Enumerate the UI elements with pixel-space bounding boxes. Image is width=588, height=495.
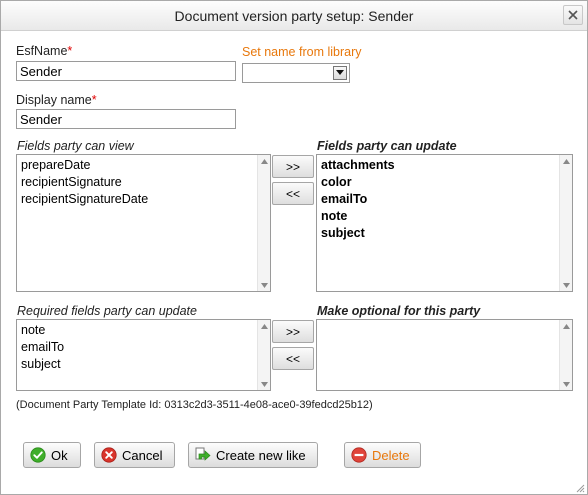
cancel-circle-icon <box>101 447 117 463</box>
view-list-scrollbar[interactable] <box>257 155 270 291</box>
list-item[interactable]: emailTo <box>21 339 266 356</box>
list-item[interactable]: emailTo <box>321 191 568 208</box>
scroll-down-icon[interactable] <box>258 378 270 390</box>
required-list-scrollbar[interactable] <box>257 320 270 390</box>
view-list-label: Fields party can view <box>17 139 134 153</box>
list-item[interactable]: note <box>321 208 568 225</box>
list-item[interactable]: prepareDate <box>21 157 266 174</box>
delete-button[interactable]: Delete <box>344 442 421 468</box>
update-fields-list[interactable]: attachments color emailTo note subject <box>316 154 573 292</box>
ok-button[interactable]: Ok <box>23 442 81 468</box>
esfname-input[interactable] <box>16 61 236 81</box>
ok-button-label: Ok <box>51 447 68 463</box>
view-fields-items: prepareDate recipientSignature recipientSi… <box>17 155 270 210</box>
display-name-label-text: Display name <box>16 93 92 107</box>
create-copy-icon <box>195 447 211 463</box>
list-item[interactable]: recipientSignatureDate <box>21 191 266 208</box>
list-item[interactable]: attachments <box>321 157 568 174</box>
update-list-scrollbar[interactable] <box>559 155 572 291</box>
resize-grip-icon[interactable] <box>575 482 585 493</box>
list-item[interactable]: subject <box>21 356 266 373</box>
required-marker: * <box>91 93 97 107</box>
required-list-label: Required fields party can update <box>17 304 197 318</box>
view-fields-list[interactable]: prepareDate recipientSignature recipientSi… <box>16 154 271 292</box>
list-item[interactable]: recipientSignature <box>21 174 266 191</box>
optional-fields-items <box>317 320 572 324</box>
close-icon <box>568 10 578 20</box>
scroll-down-icon[interactable] <box>560 378 572 390</box>
optional-list-scrollbar[interactable] <box>559 320 572 390</box>
required-fields-items: note emailTo subject <box>17 320 270 375</box>
list-item[interactable]: color <box>321 174 568 191</box>
move-to-view-button[interactable]: << <box>272 182 314 205</box>
cancel-button[interactable]: Cancel <box>94 442 175 468</box>
move-to-update-button[interactable]: >> <box>272 155 314 178</box>
set-name-from-library-label: Set name from library <box>242 45 362 59</box>
optional-list-label: Make optional for this party <box>317 304 481 318</box>
esfname-label: EsfName* <box>16 44 72 58</box>
display-name-label: Display name* <box>16 93 97 107</box>
delete-button-label: Delete <box>372 447 410 463</box>
create-new-like-label: Create new like <box>216 447 306 463</box>
required-marker: * <box>67 44 73 58</box>
list-item[interactable]: subject <box>321 225 568 242</box>
template-id-text: (Document Party Template Id: 0313c2d3-35… <box>16 399 373 411</box>
chevron-down-icon[interactable] <box>333 66 347 80</box>
check-circle-icon <box>30 447 46 463</box>
display-name-input[interactable] <box>16 109 236 129</box>
list-item[interactable]: note <box>21 322 266 339</box>
scroll-down-icon[interactable] <box>560 279 572 291</box>
scroll-down-icon[interactable] <box>258 279 270 291</box>
dialog-titlebar[interactable]: Document version party setup: Sender <box>1 1 587 31</box>
move-to-required-button[interactable]: << <box>272 347 314 370</box>
close-button[interactable] <box>563 5 583 25</box>
library-select[interactable] <box>242 63 350 83</box>
optional-fields-list[interactable] <box>316 319 573 391</box>
required-fields-list[interactable]: note emailTo subject <box>16 319 271 391</box>
update-fields-items: attachments color emailTo note subject <box>317 155 572 244</box>
dialog-title: Document version party setup: Sender <box>174 8 414 24</box>
create-new-like-button[interactable]: Create new like <box>188 442 318 468</box>
update-list-label: Fields party can update <box>317 139 457 153</box>
cancel-button-label: Cancel <box>122 447 163 463</box>
scroll-up-icon[interactable] <box>560 320 572 332</box>
scroll-up-icon[interactable] <box>560 155 572 167</box>
scroll-up-icon[interactable] <box>258 320 270 332</box>
delete-circle-icon <box>351 447 367 463</box>
scroll-up-icon[interactable] <box>258 155 270 167</box>
esfname-label-text: EsfName <box>16 44 68 58</box>
move-to-optional-button[interactable]: >> <box>272 320 314 343</box>
party-setup-dialog: Document version party setup: Sender Esf… <box>0 0 588 495</box>
